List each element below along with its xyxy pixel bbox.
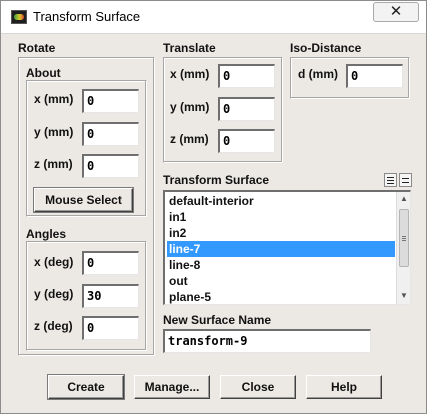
list-item[interactable]: default-interior bbox=[167, 193, 395, 209]
app-icon bbox=[11, 10, 27, 24]
translate-z-field[interactable]: 0 bbox=[218, 129, 275, 153]
deselect-all-button[interactable] bbox=[399, 173, 412, 187]
new-surface-name-field[interactable]: transform-9 bbox=[163, 329, 371, 353]
new-surface-name-label: New Surface Name bbox=[163, 313, 272, 327]
transform-surface-dialog: Transform Surface ✕ Rotate About x (mm) … bbox=[0, 0, 427, 414]
rotate-group bbox=[18, 57, 155, 356]
iso-d-field[interactable]: 0 bbox=[346, 64, 403, 88]
iso-d-label: d (mm) bbox=[298, 67, 338, 81]
translate-x-field[interactable]: 0 bbox=[218, 64, 275, 88]
scroll-down-icon[interactable]: ▼ bbox=[397, 290, 410, 302]
list-item[interactable]: line-8 bbox=[167, 257, 395, 273]
title-bar[interactable]: Transform Surface ✕ bbox=[1, 1, 426, 34]
list-scrollbar[interactable]: ▲ ▼ bbox=[396, 192, 410, 304]
close-button[interactable]: Close bbox=[220, 375, 296, 399]
select-all-button[interactable] bbox=[384, 173, 397, 187]
scroll-up-icon[interactable]: ▲ bbox=[397, 193, 410, 205]
help-button[interactable]: Help bbox=[306, 375, 382, 399]
list-item[interactable]: in1 bbox=[167, 209, 395, 225]
transform-surface-label: Transform Surface bbox=[163, 173, 270, 187]
list-item[interactable]: plane-5 bbox=[167, 289, 395, 304]
iso-distance-label: Iso-Distance bbox=[290, 41, 362, 55]
translate-x-label: x (mm) bbox=[170, 67, 210, 81]
rotate-label: Rotate bbox=[18, 41, 56, 55]
list-item[interactable]: in2 bbox=[167, 225, 395, 241]
create-button[interactable]: Create bbox=[48, 375, 124, 399]
manage-button[interactable]: Manage... bbox=[134, 375, 210, 399]
translate-y-label: y (mm) bbox=[170, 100, 210, 114]
transform-surface-list[interactable]: default-interior in1 in2 line-7 line-8 o… bbox=[163, 190, 411, 305]
window-title: Transform Surface bbox=[33, 9, 141, 24]
translate-y-field[interactable]: 0 bbox=[218, 97, 275, 121]
list-item[interactable]: line-7 bbox=[167, 241, 395, 257]
window-close-button[interactable]: ✕ bbox=[373, 2, 419, 22]
list-item[interactable]: out bbox=[167, 273, 395, 289]
scroll-thumb[interactable] bbox=[399, 209, 409, 267]
translate-label: Translate bbox=[163, 41, 216, 55]
translate-z-label: z (mm) bbox=[170, 132, 209, 146]
